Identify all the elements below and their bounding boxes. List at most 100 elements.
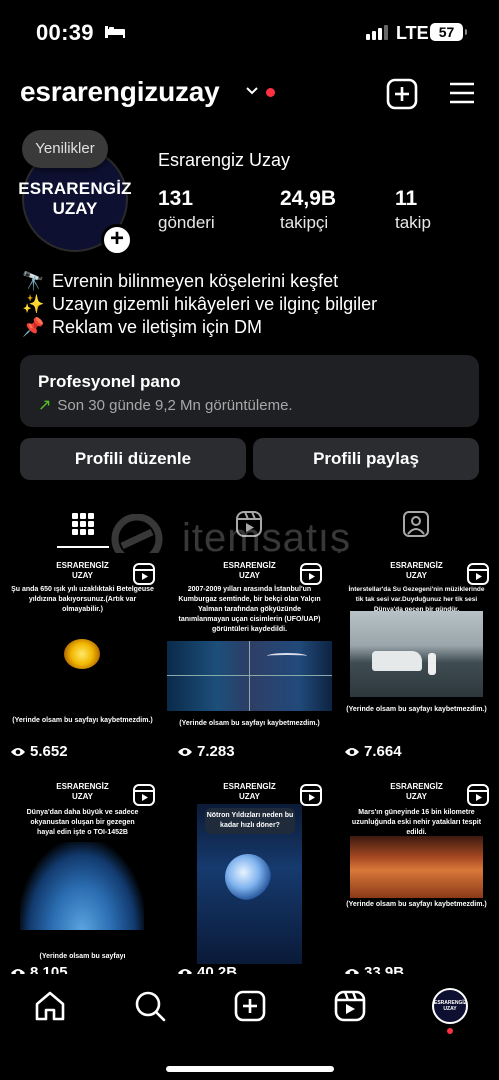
professional-dashboard-card[interactable]: Profesyonel pano ↗ Son 30 günde 9,2 Mn g… (20, 355, 479, 427)
view-count: 8.105 (10, 964, 68, 974)
reel-badge-icon (467, 784, 489, 806)
status-time: 00:39 (36, 20, 94, 45)
post-footer-text: (Yerinde olsam bu sayfayı (39, 953, 126, 960)
tab-tagged[interactable] (333, 498, 499, 550)
status-bar: 00:39 LTE 57 (0, 0, 499, 66)
home-indicator (166, 1066, 334, 1072)
sleep-focus-icon (105, 26, 125, 38)
stat-label: gönderi (158, 213, 215, 232)
eye-icon (11, 747, 25, 756)
tagged-icon (403, 511, 429, 537)
hamburger-menu-icon[interactable] (448, 80, 476, 106)
pro-dashboard-text: Son 30 günde 9,2 Mn görüntüleme. (57, 396, 293, 414)
ufo-footage-image (167, 641, 332, 711)
pro-dashboard-title: Profesyonel pano (38, 372, 181, 391)
reel-badge-icon (300, 784, 322, 806)
post-thumbnail[interactable]: ESRARENGİZ UZAY Dünya'dan daha büyük ve … (0, 774, 165, 974)
chevron-down-icon[interactable] (244, 85, 260, 97)
view-count: 7.283 (177, 743, 235, 760)
post-caption: Mars'ın güneyinde 16 bin kilometre uzunl… (351, 809, 482, 836)
view-count-value: 33,9B (364, 964, 405, 974)
view-count: 33,9B (344, 964, 404, 974)
eye-icon (178, 747, 192, 756)
signal-icon (366, 25, 388, 40)
stat-value: 131 (158, 187, 194, 210)
stat-followers[interactable]: 24,9B takipçi (280, 186, 336, 234)
mars-surface-image (350, 836, 483, 898)
add-story-icon[interactable]: + (101, 224, 133, 256)
eye-icon (345, 968, 359, 974)
bottom-navigation: ESRARENGİZ UZAY (0, 974, 499, 1080)
network-type: LTE (396, 23, 429, 43)
post-caption: Şu anda 650 ışık yılı uzaklıktaki Betelg… (11, 586, 154, 613)
post-caption: Dünya'dan daha büyük ve sadece okyanusta… (26, 809, 139, 836)
avatar-text-line2: UZAY (443, 1006, 457, 1012)
view-count: 5.652 (10, 743, 68, 760)
view-count: 7.664 (344, 743, 402, 760)
search-icon[interactable] (132, 988, 168, 1024)
username-switcher[interactable]: esrarengizuzay (20, 76, 220, 108)
view-count-value: 8.105 (30, 964, 68, 974)
display-name: Esrarengiz Uzay (158, 150, 291, 170)
post-footer-text: (Yerinde olsam bu sayfayı kaybetmezdim.) (12, 717, 153, 724)
avatar-text-line2: UZAY (52, 199, 98, 218)
reels-icon (236, 511, 262, 537)
news-badge[interactable]: Yenilikler (22, 130, 108, 168)
reel-badge-icon (300, 563, 322, 585)
view-count-value: 7.664 (364, 743, 402, 760)
post-thumbnail[interactable]: ESRARENGİZ UZAY Nötron Yıldızları neden … (167, 774, 332, 974)
stat-value: 24,9B (280, 187, 337, 210)
telescope-icon: 🔭 (22, 271, 45, 291)
post-caption: 2007-2009 yılları arasında İstanbul'un K… (178, 586, 321, 633)
active-tab-indicator (57, 546, 109, 548)
bio-text: Uzayın gizemli hikâyeleri ve ilginç bilg… (52, 294, 378, 314)
profile-tabs (0, 498, 499, 550)
reel-badge-icon (133, 563, 155, 585)
avatar-text-line1: ESRARENGİZ (18, 179, 132, 198)
view-count-value: 5.652 (30, 743, 68, 760)
bio-line: 📌 Reklam ve iletişim için DM (22, 316, 377, 339)
reels-icon[interactable] (332, 988, 368, 1024)
bio: 🔭 Evrenin bilinmeyen köşelerini keşfet ✨ U… (22, 270, 377, 339)
view-count: 40,2B (177, 964, 237, 974)
post-caption: Nötron Yıldızları neden bu kadar hızlı d… (205, 808, 295, 834)
trend-up-icon: ↗ (38, 397, 52, 414)
sparkles-icon: ✨ (22, 294, 45, 314)
bio-line: 🔭 Evrenin bilinmeyen köşelerini keşfet (22, 270, 377, 293)
stat-label: takip (395, 213, 431, 232)
stat-posts[interactable]: 131 gönderi (158, 186, 215, 234)
notification-dot (447, 1028, 453, 1034)
edit-profile-button[interactable]: Profili düzenle (20, 438, 246, 480)
post-footer-text: (Yerinde olsam bu sayfayı kaybetmezdim.) (179, 720, 320, 727)
ocean-planet-image (20, 842, 144, 930)
create-icon[interactable] (232, 988, 268, 1024)
notification-dot (266, 88, 275, 97)
view-count-value: 40,2B (197, 964, 238, 974)
reel-badge-icon (467, 563, 489, 585)
post-thumbnail[interactable]: ESRARENGİZ UZAY 2007-2009 yılları arasın… (167, 553, 332, 771)
tab-grid[interactable] (0, 498, 166, 550)
stat-value: 11 (395, 187, 418, 210)
profile-avatar[interactable]: ESRARENGİZ UZAY (432, 988, 468, 1024)
eye-icon (11, 968, 25, 974)
post-thumbnail[interactable]: ESRARENGİZ UZAY Şu anda 650 ışık yılı uz… (0, 553, 165, 771)
post-footer-text: (Yerinde olsam bu sayfayı kaybetmezdim.) (346, 706, 487, 713)
eye-icon (345, 747, 359, 756)
create-post-icon[interactable] (386, 78, 418, 110)
share-profile-button[interactable]: Profili paylaş (253, 438, 479, 480)
bio-line: ✨ Uzayın gizemli hikâyeleri ve ilginç bil… (22, 293, 377, 316)
pushpin-icon: 📌 (22, 317, 45, 337)
post-thumbnail[interactable]: ESRARENGİZ UZAY İnterstellar'da Su Gezeg… (334, 553, 499, 771)
home-icon[interactable] (32, 988, 68, 1024)
interstellar-scene-image (350, 611, 483, 697)
battery-icon: 57 (430, 23, 467, 41)
stat-following[interactable]: 11 takip (395, 186, 431, 234)
pro-dashboard-subtitle: ↗ Son 30 günde 9,2 Mn görüntüleme. (38, 395, 293, 415)
stat-label: takipçi (280, 213, 329, 232)
tab-reels[interactable] (166, 498, 332, 550)
post-thumbnail[interactable]: ESRARENGİZ UZAY Mars'ın güneyinde 16 bin… (334, 774, 499, 974)
reel-badge-icon (133, 784, 155, 806)
profile-header: esrarengizuzay (0, 66, 499, 122)
star-image (64, 639, 100, 669)
post-footer-text: (Yerinde olsam bu sayfayı kaybetmezdim.) (346, 901, 487, 908)
